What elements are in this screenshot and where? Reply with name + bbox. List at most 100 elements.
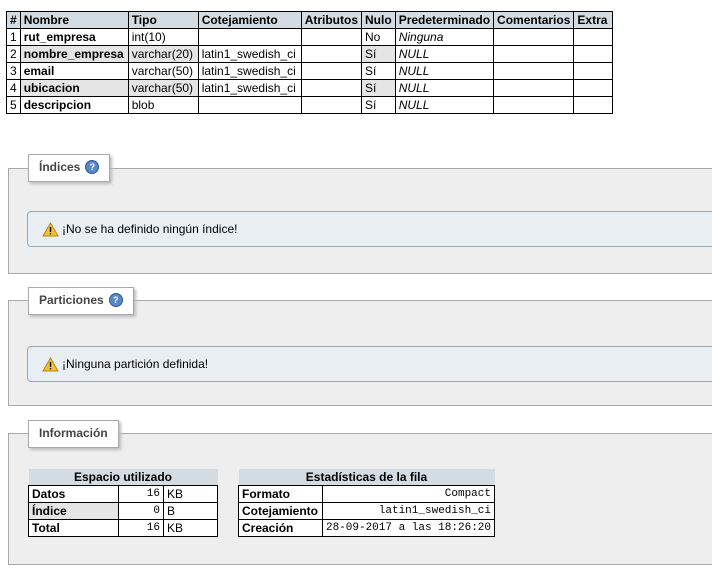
column-comments [493, 45, 575, 63]
indices-legend-text: Índices [39, 160, 81, 174]
column-type: varchar(20) [127, 45, 199, 63]
space-label: Índice [28, 502, 119, 520]
space-value: 16 [118, 519, 164, 537]
column-attributes [300, 79, 363, 97]
column-attributes [300, 28, 363, 46]
information-legend-text: Información [39, 426, 108, 440]
column-extra [573, 45, 614, 63]
column-comments [493, 79, 575, 97]
column-default: NULL [394, 96, 495, 114]
space-value: 16 [118, 485, 164, 503]
column-collation [197, 28, 302, 46]
space-usage-title: Espacio utilizado [28, 469, 218, 486]
column-type: int(10) [127, 28, 199, 46]
stats-label: Creación [238, 519, 323, 537]
column-default: NULL [394, 62, 495, 80]
column-name: ubicacion [19, 79, 129, 97]
column-collation: latin1_swedish_ci [197, 62, 302, 80]
column-collation [197, 96, 302, 114]
column-attributes [300, 62, 363, 80]
stats-value: Compact [321, 485, 496, 503]
col-header-comments: Comentarios [493, 11, 575, 29]
row-number: 2 [6, 45, 21, 63]
col-header-name[interactable]: Nombre [19, 11, 129, 29]
column-extra [573, 62, 614, 80]
row-stats-title: Estadísticas de la fila [238, 469, 495, 486]
col-header-default: Predeterminado [394, 11, 495, 29]
column-null: No [361, 28, 396, 46]
stats-label: Cotejamiento [238, 502, 323, 520]
col-header-number: # [6, 11, 21, 29]
column-collation: latin1_swedish_ci [197, 79, 302, 97]
partitions-notice: ¡Ninguna partición definida! [27, 346, 712, 382]
structure-table: # Nombre Tipo Cotejamiento Atributos Nul… [6, 11, 614, 114]
column-null: Sí [361, 45, 396, 63]
column-default: NULL [394, 79, 495, 97]
column-comments [493, 96, 575, 114]
col-header-collation: Cotejamiento [197, 11, 302, 29]
col-header-attributes: Atributos [300, 11, 363, 29]
column-default: NULL [394, 45, 495, 63]
column-collation: latin1_swedish_ci [197, 45, 302, 63]
table-row: 1 rut_empresa int(10) No Ninguna [6, 28, 614, 46]
column-extra [573, 79, 614, 97]
stats-value: 28-09-2017 a las 18:26:20 [321, 519, 496, 537]
space-label: Datos [28, 485, 119, 503]
table-row: Creación 28-09-2017 a las 18:26:20 [238, 519, 496, 537]
column-extra [573, 96, 614, 114]
table-row: 4 ubicacion varchar(50) latin1_swedish_c… [6, 79, 614, 97]
column-comments [493, 62, 575, 80]
table-row: 5 descripcion blob Sí NULL [6, 96, 614, 114]
table-row: 2 nombre_empresa varchar(20) latin1_swed… [6, 45, 614, 63]
space-value: 0 [118, 502, 164, 520]
col-header-null: Nulo [361, 11, 396, 29]
col-header-extra: Extra [573, 11, 614, 29]
space-unit: KB [163, 485, 218, 503]
column-type: blob [127, 96, 199, 114]
column-name: rut_empresa [19, 28, 129, 46]
indices-fieldset: ¡No se ha definido ningún índice! [8, 168, 712, 274]
table-row: Datos 16 KB [28, 485, 218, 503]
row-number: 4 [6, 79, 21, 97]
table-row: Total 16 KB [28, 519, 218, 537]
space-label: Total [28, 519, 119, 537]
warning-icon [42, 356, 59, 371]
partitions-legend-text: Particiones [39, 293, 104, 307]
column-extra [573, 28, 614, 46]
help-icon[interactable]: ? [85, 160, 100, 174]
indices-notice-text: ¡No se ha definido ningún índice! [62, 222, 238, 236]
column-name: nombre_empresa [19, 45, 129, 63]
stats-value: latin1_swedish_ci [321, 502, 496, 520]
column-attributes [300, 45, 363, 63]
column-null: Sí [361, 79, 396, 97]
column-type: varchar(50) [127, 62, 199, 80]
column-name: descripcion [19, 96, 129, 114]
table-row: Índice 0 B [28, 502, 218, 520]
stats-label: Formato [238, 485, 323, 503]
column-null: Sí [361, 62, 396, 80]
table-row: Formato Compact [238, 485, 496, 503]
space-usage-table: Espacio utilizado Datos 16 KB Índice 0 B… [28, 469, 218, 537]
partitions-notice-text: ¡Ninguna partición definida! [62, 357, 209, 371]
information-legend: Información [28, 420, 119, 448]
row-number: 1 [6, 28, 21, 46]
column-default: Ninguna [394, 28, 495, 46]
warning-icon [42, 221, 59, 236]
row-number: 5 [6, 96, 21, 114]
space-unit: B [163, 502, 218, 520]
structure-header-row: # Nombre Tipo Cotejamiento Atributos Nul… [6, 11, 614, 29]
help-icon[interactable]: ? [108, 293, 123, 307]
partitions-legend: Particiones ? [28, 287, 134, 315]
row-number: 3 [6, 62, 21, 80]
column-null: Sí [361, 96, 396, 114]
space-unit: KB [163, 519, 218, 537]
table-row: 3 email varchar(50) latin1_swedish_ci Sí… [6, 62, 614, 80]
partitions-fieldset: ¡Ninguna partición definida! [8, 300, 712, 406]
indices-notice: ¡No se ha definido ningún índice! [27, 211, 712, 247]
row-stats-table: Estadísticas de la fila Formato Compact … [238, 469, 496, 537]
indices-legend: Índices ? [28, 154, 111, 182]
column-name: email [19, 62, 129, 80]
col-header-type: Tipo [127, 11, 199, 29]
column-comments [493, 28, 575, 46]
column-attributes [300, 96, 363, 114]
